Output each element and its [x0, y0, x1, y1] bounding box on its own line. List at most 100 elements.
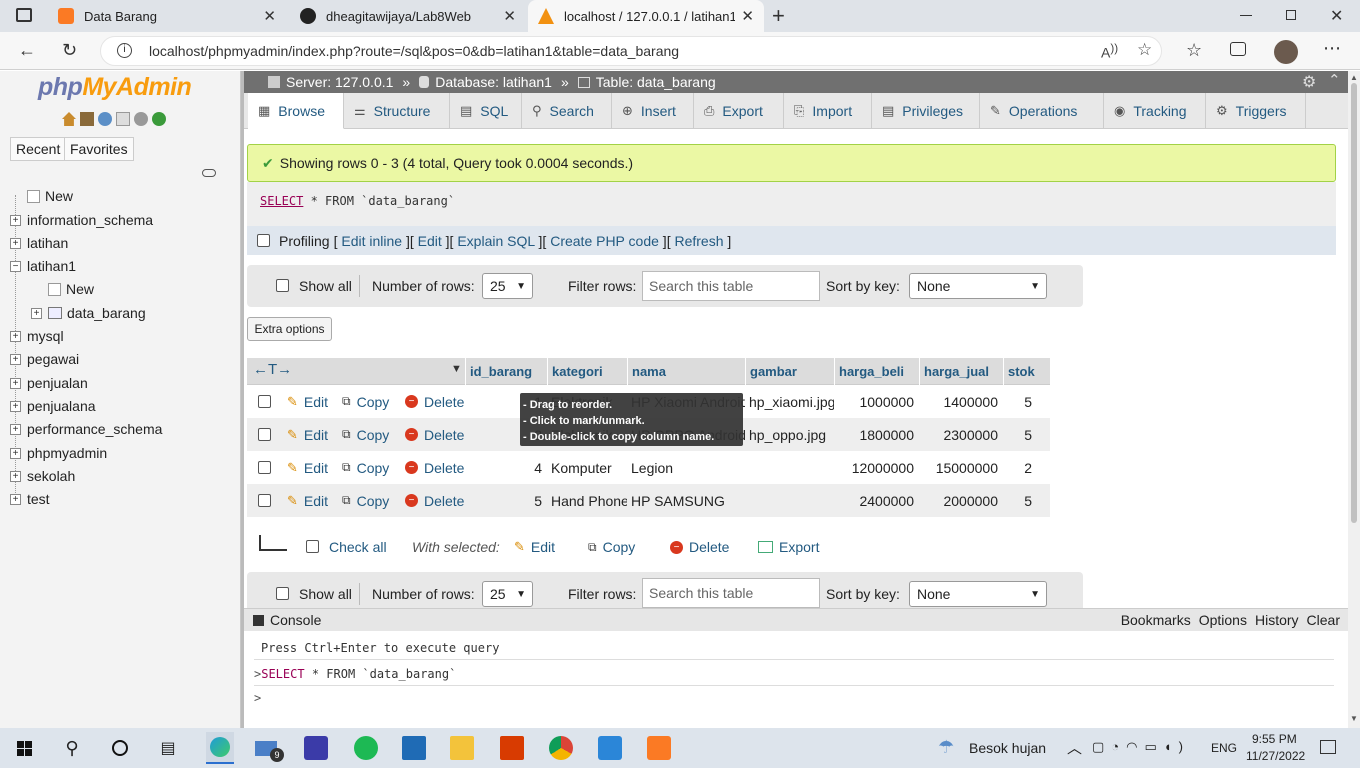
profiling-checkbox[interactable]	[257, 234, 270, 247]
mail-icon[interactable]: 9	[254, 736, 284, 762]
column-header-gambar[interactable]: gambar	[745, 358, 834, 385]
show-all-checkbox[interactable]	[276, 279, 289, 292]
expand-icon[interactable]: +	[10, 447, 21, 459]
app-icon[interactable]	[402, 736, 426, 760]
favorites-tab[interactable]: Favorites	[64, 137, 134, 161]
breadcrumb-table[interactable]: Table: data_barang	[596, 74, 716, 90]
vscode-icon[interactable]	[598, 736, 622, 760]
recent-tab[interactable]: Recent	[10, 137, 67, 161]
column-arrows-icon[interactable]: ←T→	[253, 361, 292, 378]
sort-select[interactable]: None ▼	[909, 273, 1047, 299]
sidebar-item-information-schema[interactable]: + information_schema	[10, 209, 153, 231]
column-header-harga-beli[interactable]: harga_beli	[834, 358, 919, 385]
cell-gambar[interactable]: hp_xiaomi.jpg	[745, 385, 834, 418]
sidebar-item-phpmyadmin[interactable]: + phpmyadmin	[10, 442, 107, 464]
profiling-link-explain-sql[interactable]: Explain SQL	[457, 233, 534, 249]
row-checkbox[interactable]	[258, 428, 271, 441]
tab-export[interactable]: ⎙ Export	[694, 93, 784, 129]
cell-harga-jual[interactable]: 15000000	[919, 451, 1003, 484]
sort-select[interactable]: None ▼	[909, 581, 1047, 607]
cell-stok[interactable]: 2	[1003, 451, 1037, 484]
clock-time[interactable]: 9:55 PM	[1252, 732, 1297, 746]
new-tab-button[interactable]: +	[772, 3, 785, 29]
rows-select[interactable]: 25 ▼	[482, 581, 533, 607]
cell-stok[interactable]: 5	[1003, 385, 1037, 418]
cell-kategori[interactable]: Hand Phone	[547, 484, 627, 517]
cell-id-barang[interactable]: 5	[465, 484, 547, 517]
profiling-link-edit-inline[interactable]: Edit inline	[341, 233, 402, 249]
spotify-icon[interactable]	[354, 736, 378, 760]
favorites-icon[interactable]: ☆	[1186, 40, 1202, 60]
row-delete-button[interactable]: − Delete	[405, 418, 464, 451]
sidebar-item-penjualan[interactable]: + penjualan	[10, 372, 88, 394]
close-icon[interactable]: ✕	[741, 7, 754, 25]
console-query[interactable]: >SELECT * FROM `data_barang`	[254, 667, 456, 681]
sidebar-item-latihan1[interactable]: − latihan1	[10, 255, 76, 277]
sidebar-item-New[interactable]: New	[31, 278, 94, 300]
sidebar-item-pegawai[interactable]: + pegawai	[10, 348, 79, 370]
profiling-link-refresh[interactable]: Refresh	[674, 233, 723, 249]
page-scrollbar[interactable]: ▲ ▼	[1348, 71, 1360, 728]
collapse-icon[interactable]: ⌃	[1328, 71, 1341, 89]
settings-icon[interactable]	[134, 112, 148, 126]
browser-tab-1[interactable]: Data Barang ✕	[48, 0, 286, 32]
filter-input[interactable]: Search this table	[642, 578, 820, 608]
sidebar-item-data-barang[interactable]: + data_barang	[31, 302, 146, 324]
browser-tab-3[interactable]: localhost / 127.0.0.1 / latihan1 / d ✕	[528, 0, 764, 32]
row-checkbox[interactable]	[258, 494, 271, 507]
breadcrumb-server[interactable]: Server: 127.0.0.1	[286, 74, 393, 90]
settings-icon[interactable]: ⚙	[1302, 72, 1316, 92]
expand-icon[interactable]: +	[10, 214, 21, 226]
cell-harga-beli[interactable]: 1800000	[834, 418, 919, 451]
cell-nama[interactable]: HP SAMSUNG	[627, 484, 745, 517]
sql-keyword[interactable]: SELECT	[260, 194, 303, 208]
search-icon[interactable]: ⚲	[60, 736, 84, 760]
cell-harga-beli[interactable]: 2400000	[834, 484, 919, 517]
console-link-history[interactable]: History	[1255, 612, 1299, 628]
avatar[interactable]	[1274, 40, 1298, 64]
row-edit-button[interactable]: ✎ Edit	[287, 484, 328, 517]
console-header[interactable]: Console Bookmarks Options History Clear	[244, 609, 1348, 631]
expand-icon[interactable]: +	[10, 470, 21, 482]
column-header-nama[interactable]: nama	[627, 358, 745, 385]
browser-tab-2[interactable]: dheagitawijaya/Lab8Web ✕	[290, 0, 526, 32]
expand-icon[interactable]: +	[10, 377, 21, 389]
scroll-up-icon[interactable]: ▲	[1350, 73, 1358, 82]
cell-harga-jual[interactable]: 2000000	[919, 484, 1003, 517]
row-copy-button[interactable]: ⧉ Copy	[342, 451, 389, 484]
expand-icon[interactable]: +	[31, 307, 42, 319]
cortana-icon[interactable]	[108, 736, 132, 760]
sidebar-item-performance-schema[interactable]: + performance_schema	[10, 418, 162, 440]
cell-gambar[interactable]	[745, 484, 834, 517]
expand-icon[interactable]: +	[10, 237, 21, 249]
row-delete-button[interactable]: − Delete	[405, 484, 464, 517]
tab-import[interactable]: ⎘ Import	[784, 93, 872, 129]
expand-icon[interactable]: +	[10, 423, 21, 435]
sidebar-item-test[interactable]: + test	[10, 488, 50, 510]
cell-harga-beli[interactable]: 12000000	[834, 451, 919, 484]
cell-harga-jual[interactable]: 1400000	[919, 385, 1003, 418]
row-copy-button[interactable]: ⧉ Copy	[342, 484, 389, 517]
column-header-stok[interactable]: stok	[1003, 358, 1037, 385]
link-icon[interactable]	[202, 169, 216, 177]
row-delete-button[interactable]: − Delete	[405, 451, 464, 484]
refresh-icon[interactable]: ↻	[62, 40, 77, 60]
edge-icon[interactable]	[206, 732, 234, 764]
tab-actions-icon[interactable]	[16, 8, 32, 22]
address-bar[interactable]: i localhost/phpmyadmin/index.php?route=/…	[100, 36, 1162, 66]
clock-date[interactable]: 11/27/2022	[1246, 749, 1305, 763]
cell-stok[interactable]: 5	[1003, 418, 1037, 451]
file-explorer-icon[interactable]	[450, 736, 474, 760]
row-edit-button[interactable]: ✎ Edit	[287, 418, 328, 451]
profiling-link-create-php-code[interactable]: Create PHP code	[550, 233, 659, 249]
profiling-link-edit[interactable]: Edit	[418, 233, 442, 249]
home-icon[interactable]	[62, 112, 76, 126]
notification-icon[interactable]	[1320, 740, 1336, 754]
weather-text[interactable]: Besok hujan	[969, 740, 1046, 756]
bulk-delete-button[interactable]: − Delete	[670, 539, 729, 555]
bulk-export-button[interactable]: Export	[758, 539, 819, 555]
column-header-kategori[interactable]: kategori	[547, 358, 627, 385]
task-view-icon[interactable]: ▤	[156, 736, 180, 760]
table-row[interactable]: ✎ Edit ⧉ Copy − Delete 4 Komputer Legion 12000000…	[247, 451, 1050, 484]
sidebar-item-latihan[interactable]: + latihan	[10, 232, 68, 254]
